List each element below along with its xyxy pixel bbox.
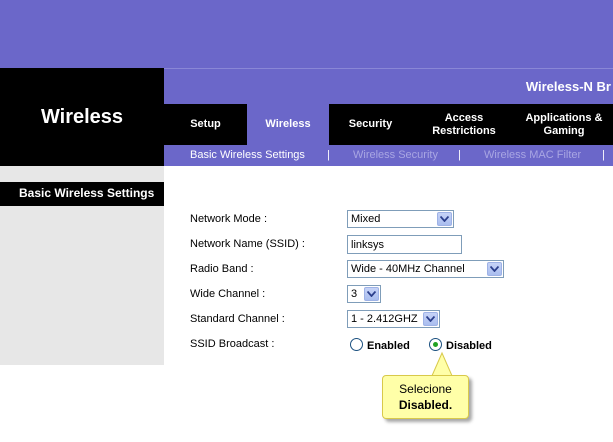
tab-access-restrictions[interactable]: Access Restrictions	[422, 104, 506, 145]
ssid-label: Network Name (SSID) :	[190, 238, 305, 250]
subtab-wireless-security[interactable]: Wireless Security	[353, 149, 438, 161]
subtab-separator: |	[327, 149, 330, 161]
radio-band-label: Radio Band :	[190, 263, 254, 275]
network-mode-label: Network Mode :	[190, 213, 268, 225]
tab-applications-gaming[interactable]: Applications & Gaming	[516, 104, 612, 145]
callout-line-1: Selecione	[399, 382, 452, 396]
radio-band-value: Wide - 40MHz Channel	[351, 263, 465, 275]
ssid-input[interactable]: linksys	[347, 235, 462, 254]
router-admin-page: Wireless Wireless-N Br Setup Wireless Se…	[0, 0, 613, 442]
network-mode-value: Mixed	[351, 213, 381, 225]
wide-channel-value: 3	[351, 288, 358, 300]
radio-band-select[interactable]: Wide - 40MHz Channel	[347, 260, 504, 278]
subtab-separator: |	[458, 149, 461, 161]
chevron-down-icon	[423, 312, 438, 326]
left-section-header-label: Basic Wireless Settings	[19, 186, 155, 200]
chevron-down-icon	[487, 262, 502, 276]
product-name: Wireless-N Br	[525, 79, 611, 94]
tab-setup[interactable]: Setup	[164, 104, 247, 145]
main-tab-bar: Setup Wireless Security Access Restricti…	[164, 104, 613, 145]
subtab-separator: |	[602, 149, 605, 161]
network-mode-select[interactable]: Mixed	[347, 210, 454, 228]
chevron-down-icon	[364, 287, 379, 301]
wide-channel-label: Wide Channel :	[190, 288, 266, 300]
ssid-broadcast-enabled-label[interactable]: Enabled	[367, 340, 410, 352]
standard-channel-label: Standard Channel :	[190, 313, 285, 325]
top-banner	[0, 0, 613, 68]
subtab-wireless-mac-filter[interactable]: Wireless MAC Filter	[484, 149, 581, 161]
callout-tooltip: Selecione Disabled.	[382, 375, 469, 419]
callout-line-2: Disabled.	[398, 398, 453, 412]
ssid-broadcast-label: SSID Broadcast :	[190, 338, 275, 350]
standard-channel-value: 1 - 2.412GHZ	[351, 313, 418, 325]
tab-security[interactable]: Security	[329, 104, 412, 145]
chevron-down-icon	[437, 212, 452, 226]
section-title: Wireless	[40, 106, 124, 128]
wide-channel-select[interactable]: 3	[347, 285, 381, 303]
tab-wireless[interactable]: Wireless	[247, 104, 329, 145]
ssid-broadcast-enabled-radio[interactable]	[350, 338, 363, 351]
standard-channel-select[interactable]: 1 - 2.412GHZ	[347, 310, 440, 328]
subtab-basic-wireless-settings[interactable]: Basic Wireless Settings	[190, 149, 305, 161]
